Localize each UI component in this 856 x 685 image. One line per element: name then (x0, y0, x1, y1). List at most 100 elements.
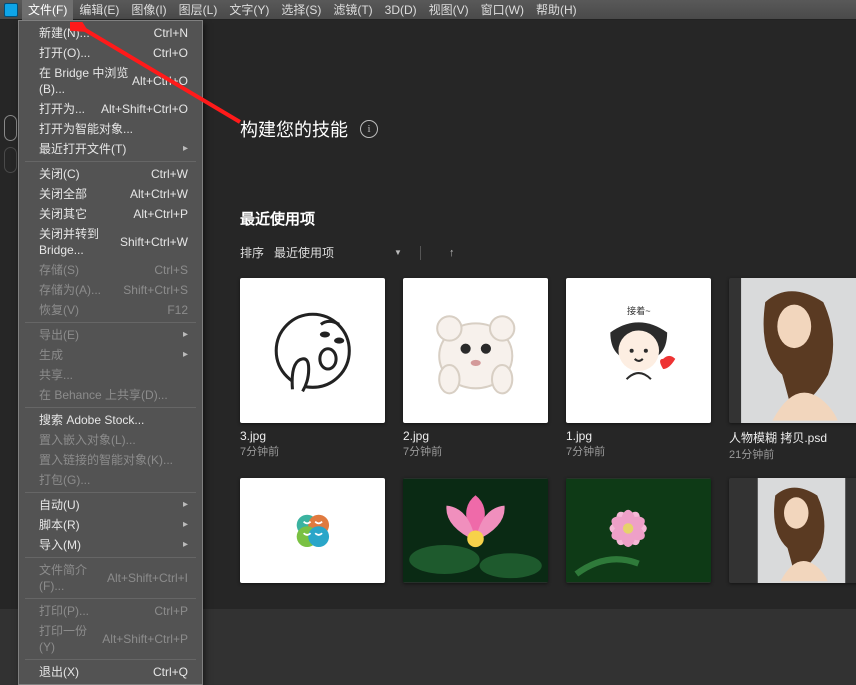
menu-item-label: 打开为智能对象... (39, 121, 133, 137)
menu-item-shortcut: Alt+Shift+Ctrl+I (107, 570, 188, 586)
file-name: 人物模糊 拷贝.psd (729, 429, 856, 446)
nav-tab-learn[interactable] (4, 115, 17, 141)
menu-separator (25, 161, 196, 162)
menu-window[interactable]: 窗口(W) (475, 0, 530, 20)
menu-item[interactable]: 最近打开文件(T) (19, 139, 202, 159)
menu-item-shortcut: Alt+Ctrl+P (133, 206, 188, 222)
file-card[interactable]: 2.jpg 7分钟前 (403, 278, 548, 462)
hero-title: 构建您的技能 (240, 116, 348, 142)
file-menu-dropdown: 新建(N)... Ctrl+N 打开(O)... Ctrl+O 在 Bridge 中浏览… (18, 20, 203, 685)
menu-item: 打印(P)... Ctrl+P (19, 601, 202, 621)
menu-separator (25, 492, 196, 493)
menu-file[interactable]: 文件(F) (22, 0, 73, 20)
nav-tab-other[interactable] (4, 147, 17, 173)
menu-3d[interactable]: 3D(D) (379, 1, 423, 19)
menu-item-shortcut: Alt+Shift+Ctrl+O (101, 101, 188, 117)
menu-item-shortcut: Ctrl+O (153, 45, 188, 61)
menu-item[interactable]: 打开为...Alt+Shift+Ctrl+O (19, 99, 202, 119)
menu-item[interactable]: 搜索 Adobe Stock... (19, 410, 202, 430)
menu-item-label: 置入嵌入对象(L)... (39, 432, 136, 448)
menu-item[interactable]: 退出(X) Ctrl+Q (19, 662, 202, 682)
menu-item-shortcut: Ctrl+N (154, 25, 188, 41)
menu-item-label: 关闭其它 (39, 206, 87, 222)
file-time: 7分钟前 (240, 443, 385, 459)
thumbnail (566, 478, 711, 583)
menu-edit[interactable]: 编辑(E) (73, 0, 125, 20)
thumbnail (403, 278, 548, 423)
sort-label: 排序 (240, 244, 264, 261)
file-card[interactable]: 3.jpg 7分钟前 (240, 278, 385, 462)
menu-item-shortcut: Ctrl+P (154, 603, 188, 619)
menu-item[interactable]: 打开为智能对象... (19, 119, 202, 139)
menu-separator (25, 407, 196, 408)
menu-item-label: 关闭并转到 Bridge... (39, 226, 120, 258)
menu-item[interactable]: 在 Bridge 中浏览(B)...Alt+Ctrl+O (19, 63, 202, 99)
file-card[interactable] (729, 478, 856, 583)
thumbnail (729, 478, 856, 583)
menu-item-shortcut: Ctrl+Q (153, 664, 188, 680)
menu-item[interactable]: 打开(O)... Ctrl+O (19, 43, 202, 63)
menu-item-shortcut: Shift+Ctrl+W (120, 234, 188, 250)
menu-item-shortcut: Alt+Ctrl+O (132, 73, 188, 89)
file-card[interactable] (240, 478, 385, 583)
menu-item-label: 打印(P)... (39, 603, 89, 619)
menu-item-label: 关闭全部 (39, 186, 87, 202)
file-time: 7分钟前 (566, 443, 711, 459)
file-card[interactable] (403, 478, 548, 583)
menu-item[interactable]: 新建(N)... Ctrl+N (19, 23, 202, 43)
sort-direction-icon[interactable]: ↑ (449, 247, 455, 259)
model-photo-icon (729, 478, 856, 583)
file-card[interactable]: 人物模糊 拷贝.psd 21分钟前 (729, 278, 856, 462)
file-card[interactable] (566, 478, 711, 583)
menu-item[interactable]: 关闭其它 Alt+Ctrl+P (19, 204, 202, 224)
menu-item: 打印一份(Y)Alt+Shift+Ctrl+P (19, 621, 202, 657)
menu-item-label: 打开(O)... (39, 45, 90, 61)
menu-item-label: 导入(M) (39, 537, 81, 553)
menu-item: 导出(E) (19, 325, 202, 345)
file-card[interactable]: 接着~ 1.jpg 7分钟前 (566, 278, 711, 462)
menu-item-shortcut: F12 (167, 302, 188, 318)
menu-item-label: 关闭(C) (39, 166, 80, 182)
menu-item-label: 在 Behance 上共享(D)... (39, 387, 168, 403)
menu-filter[interactable]: 滤镜(T) (327, 0, 378, 20)
hamster-icon (425, 300, 527, 402)
menu-item: 恢复(V)F12 (19, 300, 202, 320)
thumbnail (729, 278, 856, 423)
menu-view[interactable]: 视图(V) (423, 0, 475, 20)
menu-item: 存储(S)Ctrl+S (19, 260, 202, 280)
file-name: 2.jpg (403, 429, 548, 443)
menu-item: 共享... (19, 365, 202, 385)
menu-separator (25, 598, 196, 599)
menu-item[interactable]: 脚本(R) (19, 515, 202, 535)
menu-item: 存储为(A)...Shift+Ctrl+S (19, 280, 202, 300)
menu-item[interactable]: 关闭(C)Ctrl+W (19, 164, 202, 184)
menu-item-label: 存储(S) (39, 262, 79, 278)
menu-separator (25, 322, 196, 323)
menu-separator (25, 659, 196, 660)
menu-item[interactable]: 导入(M) (19, 535, 202, 555)
lotus-icon (403, 478, 548, 583)
menu-item[interactable]: 自动(U) (19, 495, 202, 515)
sort-select[interactable]: 最近使用项 ▼ (274, 244, 402, 261)
menu-item-label: 共享... (39, 367, 73, 383)
logo-icon (273, 502, 353, 560)
menu-item-label: 退出(X) (39, 664, 79, 680)
menu-help[interactable]: 帮助(H) (530, 0, 583, 20)
menu-item-label: 在 Bridge 中浏览(B)... (39, 65, 132, 97)
menu-type[interactable]: 文字(Y) (223, 0, 275, 20)
menu-item-label: 新建(N)... (39, 25, 90, 41)
menu-item-label: 导出(E) (39, 327, 79, 343)
sort-row: 排序 最近使用项 ▼ ↑ (240, 244, 454, 261)
thumbnail (240, 478, 385, 583)
menu-item[interactable]: 关闭并转到 Bridge...Shift+Ctrl+W (19, 224, 202, 260)
menu-layer[interactable]: 图层(L) (173, 0, 224, 20)
thumbnail: 接着~ (566, 278, 711, 423)
menu-item[interactable]: 关闭全部Alt+Ctrl+W (19, 184, 202, 204)
menu-select[interactable]: 选择(S) (275, 0, 327, 20)
sort-value: 最近使用项 (274, 244, 334, 261)
menu-image[interactable]: 图像(I) (125, 0, 172, 20)
menu-item: 生成 (19, 345, 202, 365)
info-icon[interactable]: i (360, 120, 378, 138)
divider (420, 246, 421, 260)
meme-face-icon (262, 300, 364, 402)
